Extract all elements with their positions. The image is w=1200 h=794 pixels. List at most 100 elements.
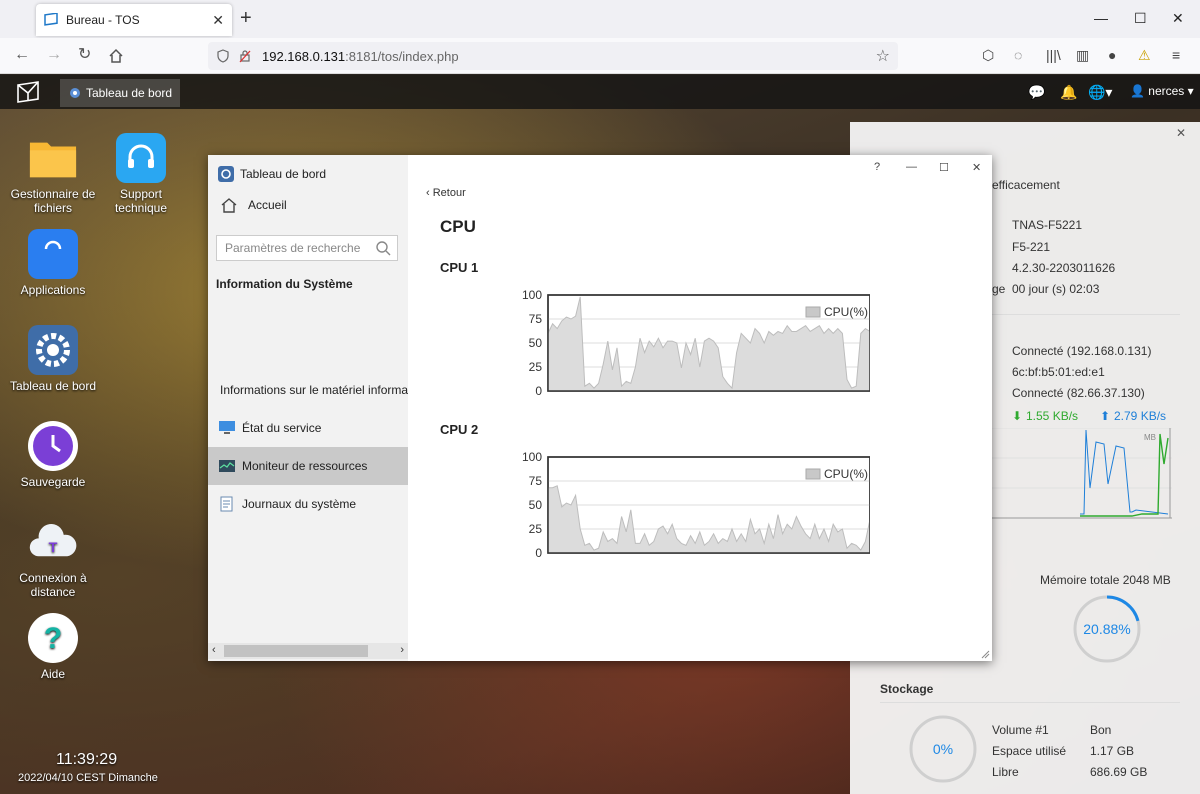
back-label: Retour [432, 187, 466, 199]
user-menu[interactable]: 👤 nerces ▾ [1130, 84, 1194, 98]
traffic-unit-label: MB [1144, 433, 1156, 442]
y-tick-label: 25 [529, 360, 543, 374]
url-bar[interactable]: 192.168.0.131:8181/tos/index.php ☆ [208, 42, 898, 70]
download-arrow-icon: ⬇ [1012, 409, 1023, 423]
y-tick-label: 50 [529, 336, 543, 350]
legend-swatch [805, 468, 821, 480]
tab-close-icon[interactable]: ✕ [212, 12, 224, 29]
sidebar-item-home[interactable]: Accueil [220, 197, 287, 213]
widget-used-value: 1.17 GB [1090, 744, 1135, 758]
window-maximize-icon[interactable]: ☐ [939, 161, 949, 174]
avatar-extension-icon[interactable]: ● [1108, 47, 1116, 63]
chevron-left-icon: ‹ [426, 187, 433, 199]
y-tick-label: 0 [535, 384, 542, 398]
shield-save-icon[interactable]: ◌ [1014, 47, 1022, 63]
y-tick-label: 100 [522, 451, 542, 464]
storage-pct-label: 0% [933, 741, 953, 757]
desktop-icon-support[interactable]: Support technique [96, 133, 186, 215]
scroll-right-icon[interactable]: › [400, 644, 404, 656]
monitor-service-icon [219, 421, 235, 434]
resize-grip-icon[interactable] [980, 649, 990, 659]
desktop-icon-file-manager[interactable]: Gestionnaire de fichiers [8, 133, 98, 215]
tos-logo-icon[interactable] [16, 81, 42, 103]
tab-title: Bureau - TOS [66, 13, 140, 27]
desktop-icon-dashboard[interactable]: Tableau de bord [8, 325, 98, 393]
widget-divider [880, 702, 1180, 703]
legend-swatch [805, 306, 821, 318]
back-link[interactable]: ‹ Retour [426, 187, 466, 199]
cpu2-chart: 0 25 50 75 100 CPU(%) [522, 451, 870, 560]
desktop-icon-remote[interactable]: T Connexion à distance [8, 517, 98, 599]
search-input[interactable] [225, 241, 375, 255]
pocket-icon[interactable]: ⬡ [982, 47, 994, 64]
cpu1-chart: 0 25 50 75 100 CPU(%) [522, 289, 870, 398]
desktop-clock: 11:39:29 [56, 751, 118, 768]
bookmark-star-icon[interactable]: ☆ [876, 46, 890, 66]
storage-usage-ring: 0% [909, 715, 977, 783]
widget-lan-status: Connecté (192.168.0.131) [1012, 344, 1152, 358]
close-window-icon[interactable]: ✕ [1172, 10, 1184, 27]
desktop-icon-backup[interactable]: Sauvegarde [8, 421, 98, 489]
url-host: 192.168.0.131 [262, 48, 346, 64]
forward-arrow-icon[interactable]: → [46, 46, 62, 64]
widget-down-speed: 1.55 KB/s [1026, 409, 1079, 423]
back-arrow-icon[interactable]: ← [14, 46, 30, 64]
desktop-icon-label: Aide [40, 667, 66, 681]
y-tick-label: 75 [529, 312, 543, 326]
alert-extension-icon[interactable]: ⚠ [1138, 47, 1151, 64]
svg-text:?: ? [44, 622, 62, 655]
maximize-window-icon[interactable]: ☐ [1134, 10, 1147, 27]
window-minimize-icon[interactable]: — [906, 161, 917, 173]
cpu1-heading: CPU 1 [440, 260, 479, 275]
sidebar-item-system-logs[interactable]: Journaux du système [208, 485, 408, 523]
sidebar-horizontal-scrollbar[interactable]: ‹ › [208, 643, 408, 659]
tos-favicon-icon [44, 13, 58, 26]
desktop-icon-label: Applications [20, 283, 86, 297]
bell-icon[interactable]: 🔔 [1060, 84, 1077, 101]
memory-pct-label: 20.88% [1083, 621, 1130, 637]
widget-uptime: 00 jour (s) 02:03 [1012, 282, 1100, 296]
home-icon[interactable] [108, 48, 124, 64]
widget-used-label: Espace utilisé [992, 744, 1067, 758]
menu-hamburger-icon[interactable]: ≡ [1172, 47, 1180, 63]
desktop-icon-applications[interactable]: Applications [8, 229, 98, 297]
desktop-icon-label: Tableau de bord [9, 379, 97, 393]
globe-language-icon[interactable]: 🌐▾ [1088, 84, 1112, 101]
desktop-date: 2022/04/10 CEST Dimanche [18, 772, 158, 784]
desktop-icon-help[interactable]: ? Aide [8, 613, 98, 681]
scrollbar-thumb[interactable] [224, 645, 368, 657]
y-tick-label: 0 [535, 546, 542, 560]
help-button[interactable]: ? [874, 161, 880, 173]
desktop-icon-label: Connexion à distance [19, 571, 87, 599]
widget-model: TNAS-F5221 [1012, 218, 1083, 232]
scroll-left-icon[interactable]: ‹ [212, 644, 216, 656]
upload-arrow-icon: ⬆ [1100, 409, 1111, 423]
extension-grid-icon[interactable]: ▥ [1076, 47, 1089, 64]
widget-close-icon[interactable]: ✕ [1176, 126, 1186, 140]
page-title: CPU [440, 217, 476, 236]
y-tick-label: 75 [529, 474, 543, 488]
cloud-remote-icon: T [28, 517, 78, 567]
search-icon[interactable] [375, 240, 391, 256]
sidebar-search [216, 235, 398, 261]
minimize-window-icon[interactable]: — [1094, 10, 1108, 26]
new-tab-button[interactable]: + [240, 8, 252, 28]
widget-volume-name: Volume #1 [992, 723, 1049, 737]
resource-monitor-icon [219, 460, 235, 472]
window-close-icon[interactable]: ✕ [972, 161, 981, 174]
widget-mac: 6c:bf:b5:01:ed:e1 [1012, 365, 1105, 379]
sidebar-item-hardware-info[interactable]: Informations sur le matériel informa [208, 371, 408, 409]
browser-navbar: ← → ↻ 192.168.0.131:8181/tos/index.php ☆… [0, 38, 1200, 74]
reload-icon[interactable]: ↻ [78, 46, 91, 64]
library-icon[interactable]: |||\ [1046, 47, 1061, 63]
dashboard-gear-icon [28, 325, 78, 375]
browser-tab[interactable]: Bureau - TOS ✕ [36, 4, 232, 36]
sidebar-item-service-status[interactable]: État du service [208, 409, 408, 447]
chat-icon[interactable]: 💬 [1028, 84, 1045, 101]
sidebar-item-resource-monitor[interactable]: Moniteur de ressources [208, 447, 408, 485]
widget-wan-status: Connecté (82.66.37.130) [1012, 386, 1145, 400]
desktop-icon-label: Support technique [114, 187, 168, 215]
widget-memory-total: Mémoire totale 2048 MB [1040, 573, 1171, 587]
dashboard-sidebar: Tableau de bord Accueil Information du S… [208, 155, 408, 661]
taskbar-item-dashboard[interactable]: Tableau de bord [60, 79, 181, 107]
